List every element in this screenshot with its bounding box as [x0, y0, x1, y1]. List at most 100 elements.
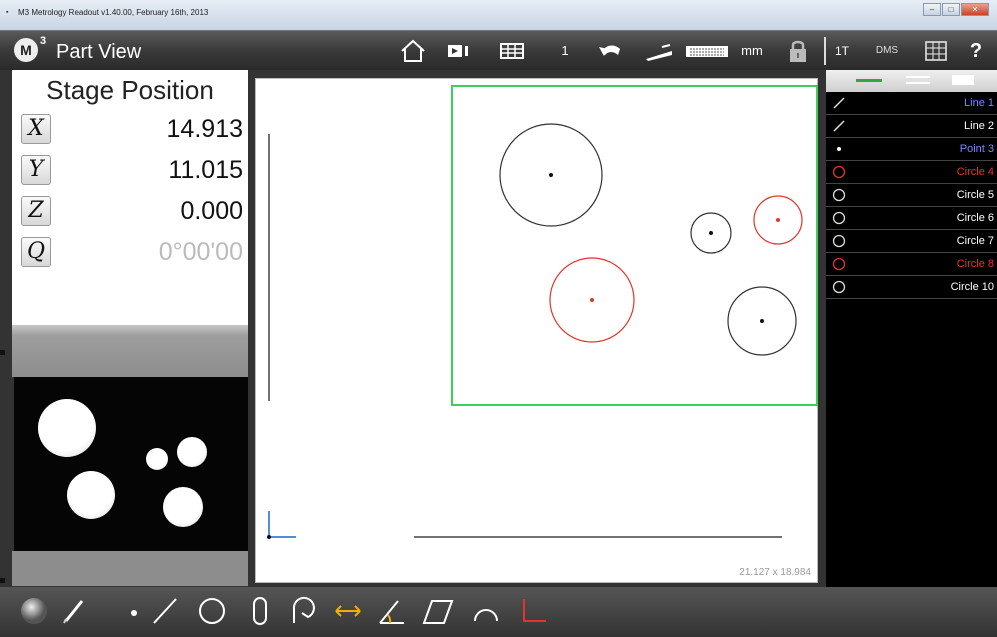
axis-x-value: 14.913 [166, 115, 243, 143]
feature-label: Circle 8 [956, 258, 994, 270]
lock-icon[interactable] [786, 39, 810, 63]
circle-4-center [776, 218, 780, 222]
app-logo: M [14, 38, 38, 62]
axis-y-button[interactable]: Y [21, 155, 51, 185]
line-tool-icon[interactable] [148, 595, 180, 627]
axis-z-value: 0.000 [180, 197, 243, 225]
app-window: ▪ M3 Metrology Readout v1.40.00, Februar… [0, 0, 997, 637]
axis-x-button[interactable]: X [21, 114, 51, 144]
mode-1t-button[interactable]: 1T [832, 39, 852, 63]
tab-list[interactable] [906, 76, 930, 78]
probe-icon[interactable] [642, 39, 676, 63]
circle-icon [832, 188, 846, 202]
list-item[interactable]: Circle 6 [826, 207, 997, 230]
units-label[interactable]: mm [738, 39, 766, 63]
stage-position-panel: Stage Position X 14.913 Y 11.015 Z 0.000… [12, 70, 248, 325]
measure-toolbar [0, 587, 997, 637]
axis-row-x: X 14.913 [21, 114, 243, 148]
feature-label: Point 3 [959, 143, 994, 155]
circle-icon [832, 280, 846, 294]
app-icon: ▪ [6, 9, 9, 16]
keyboard-icon[interactable] [684, 39, 730, 63]
feature-label: Circle 4 [956, 166, 994, 178]
tab-list[interactable] [906, 82, 930, 84]
window-controls: – □ ✕ [922, 3, 989, 16]
origin-tool-icon[interactable] [516, 595, 548, 627]
toolbar-divider [824, 37, 826, 65]
axis-row-y: Y 11.015 [21, 155, 243, 189]
axis-row-z: Z 0.000 [21, 196, 243, 230]
minimize-button[interactable]: – [923, 3, 941, 16]
close-button[interactable]: ✕ [961, 3, 989, 16]
arc-curve-icon[interactable] [470, 595, 502, 627]
part-view-canvas[interactable]: 21.127 x 18.984 [255, 78, 818, 583]
feature-label: Circle 5 [956, 189, 994, 201]
feature-label: Circle 10 [950, 281, 994, 293]
circle-icon [832, 234, 846, 248]
page-title: Part View [56, 41, 142, 63]
origin-point [267, 535, 271, 539]
home-icon[interactable] [398, 39, 428, 63]
line-icon [832, 96, 846, 110]
canvas-dimensions: 21.127 x 18.984 [739, 567, 811, 578]
camera-preview[interactable] [14, 377, 248, 551]
tab-lines[interactable] [856, 79, 882, 82]
point-tool-icon[interactable] [118, 595, 150, 627]
selection-box [451, 85, 818, 406]
maximize-button[interactable]: □ [942, 3, 960, 16]
axis-q-button[interactable]: Q [21, 237, 51, 267]
distance-tool-icon[interactable] [332, 595, 364, 627]
window-title: M3 Metrology Readout v1.40.00, February … [18, 8, 209, 17]
grid-icon[interactable] [498, 39, 526, 63]
feature-label: Line 1 [964, 97, 994, 109]
table-icon[interactable] [922, 39, 950, 63]
feature-list: Line 1 Line 2 Point 3 Circle 4 Circle 5 Circl… [826, 92, 997, 299]
list-item[interactable]: Line 1 [826, 92, 997, 115]
feature-list-tabs [826, 70, 997, 92]
camera-blob [38, 399, 96, 457]
stage-position-title: Stage Position [46, 75, 214, 105]
edge-marker [0, 350, 5, 355]
count-label: 1 [561, 43, 569, 58]
list-item[interactable]: Circle 5 [826, 184, 997, 207]
arc-tool-icon[interactable] [286, 595, 318, 627]
circle-icon [832, 211, 846, 225]
list-item[interactable]: Point 3 [826, 138, 997, 161]
sphere-icon[interactable] [18, 595, 50, 627]
angle-format-button[interactable]: DMS [872, 39, 902, 63]
circle-tool-icon[interactable] [196, 595, 228, 627]
camera-blob [67, 471, 115, 519]
list-item[interactable]: Circle 8 [826, 253, 997, 276]
plane-tool-icon[interactable] [422, 595, 454, 627]
circle-icon [832, 165, 846, 179]
point-icon [832, 142, 846, 156]
axis-z-button[interactable]: Z [21, 196, 51, 226]
panel-divider [12, 325, 248, 377]
list-item[interactable]: Line 2 [826, 115, 997, 138]
camera-blob [177, 437, 207, 467]
line-icon [832, 119, 846, 133]
circle-6-center [709, 231, 713, 235]
list-item[interactable]: Circle 7 [826, 230, 997, 253]
window-titlebar: ▪ M3 Metrology Readout v1.40.00, Februar… [0, 0, 997, 30]
help-button[interactable]: ? [966, 39, 986, 63]
feature-label: Circle 6 [956, 212, 994, 224]
circle-7-center [760, 319, 764, 323]
panel-footer [12, 551, 248, 586]
tab-blank[interactable] [952, 75, 974, 85]
undo-icon[interactable] [596, 39, 626, 63]
axis-q-value: 0°00'00 [158, 238, 243, 266]
probe-pen-icon[interactable] [58, 595, 90, 627]
axis-row-q: Q 0°00'00 [21, 237, 243, 271]
slot-tool-icon[interactable] [244, 595, 276, 627]
circle-icon [832, 257, 846, 271]
angle-tool-icon[interactable] [376, 595, 408, 627]
list-item[interactable]: Circle 10 [826, 276, 997, 299]
circle-5-center [549, 173, 553, 177]
record-icon[interactable] [446, 39, 472, 63]
app-logo-superscript: 3 [40, 35, 47, 47]
feature-label: Line 2 [964, 120, 994, 132]
axis-y-value: 11.015 [168, 156, 243, 184]
list-item[interactable]: Circle 4 [826, 161, 997, 184]
edge-marker [0, 578, 5, 583]
